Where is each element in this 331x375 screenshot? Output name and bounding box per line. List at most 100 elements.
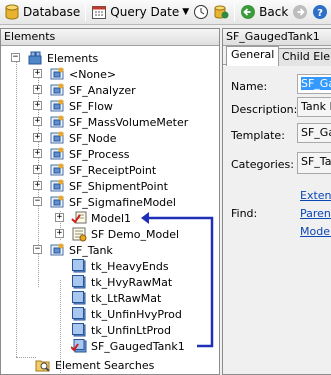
element-template-icon [49,98,65,114]
toolbar: Database Query Date ▼ Back ? [0,0,331,25]
tree-node-none[interactable]: + <None> [33,66,117,82]
clock-icon [193,4,209,20]
tree-node-label: SF_Tank [69,243,113,257]
forward-arrow-icon [292,4,308,20]
expand-toggle[interactable]: + [33,181,42,190]
tank-element-icon [71,306,87,322]
element-template-icon [49,114,65,130]
tree-node-tk-heavyends[interactable]: tk_HeavyEnds [71,258,169,274]
element-template-icon [49,82,65,98]
tree-node-sf-analyzer[interactable]: + SF_Analyzer [33,82,136,98]
svg-text:?: ? [317,8,323,19]
toolbar-separator [85,3,87,21]
help-icon: ? [312,4,328,20]
tree-node-label: SF_Analyzer [69,83,136,97]
expand-toggle[interactable]: + [55,229,64,238]
element-template-icon [49,194,65,210]
tree-node-element-searches[interactable]: Element Searches [35,357,154,373]
expand-toggle[interactable]: + [55,213,64,222]
expand-toggle[interactable]: + [33,85,42,94]
element-tree[interactable]: − Elements + <None> + SF_Analyzer + SF_F… [1,46,219,374]
refresh-db-button[interactable] [211,2,231,23]
tree-node-sf-flow[interactable]: + SF_Flow [33,98,113,114]
details-tabs: General Child Elem [223,46,331,66]
name-field[interactable]: SF_Ga [297,74,331,94]
chevron-down-icon: ▼ [182,7,190,17]
tree-node-model1[interactable]: + Model1 [55,210,131,226]
elements-panel-header: Elements [1,29,219,46]
query-date-button[interactable]: Query Date ▼ [89,2,191,23]
collapse-toggle[interactable]: − [33,197,42,206]
tree-node-tk-ltrawmat[interactable]: tk_LtRawMat [71,290,161,306]
elements-panel: Elements − Elements + <None> + SF_Analyz… [0,28,220,375]
element-template-icon [49,146,65,162]
categories-label: Categories: [231,158,294,171]
tree-node-sf-node[interactable]: + SF_Node [33,130,117,146]
tree-node-tk-hvyrawmat[interactable]: tk_HvyRawMat [71,274,172,290]
find-label: Find: [231,207,258,220]
element-template-icon [49,242,65,258]
tree-node-elements-root[interactable]: − Elements [11,50,98,66]
description-field[interactable]: Tank I [297,97,331,117]
clock-button[interactable] [191,2,211,23]
model-icon [71,226,87,242]
tree-node-tk-unfinhvyprod[interactable]: tk_UnfinHvyProd [71,306,182,322]
tree-node-label: SF_Flow [69,99,113,113]
general-properties: Name: SF_Ga Description: Tank I Template… [223,66,331,374]
forward-button[interactable] [290,2,310,23]
tab-child-elements[interactable]: Child Elem [277,48,331,66]
find-model-link[interactable]: Model [300,225,331,238]
tree-node-sf-massvolumemeter[interactable]: + SF_MassVolumeMeter [33,114,188,130]
tank-element-icon [71,258,87,274]
tree-node-sf-shipmentpoint[interactable]: + SF_ShipmentPoint [33,178,168,194]
name-field-value: SF_Ga [301,77,331,90]
database-refresh-icon [213,4,229,20]
element-template-icon [49,130,65,146]
tree-node-label: tk_HvyRawMat [91,275,173,289]
back-button[interactable]: Back [238,2,290,23]
tree-node-label: tk_LtRawMat [91,291,162,305]
element-template-icon [49,162,65,178]
collapse-toggle[interactable]: − [11,53,20,62]
expand-toggle[interactable]: + [33,149,42,158]
name-label: Name: [231,80,268,93]
details-panel: SF_GaugedTank1 General Child Elem Name: … [222,28,331,375]
tree-node-tk-unfinltprod[interactable]: tk_UnfinLtProd [71,322,171,338]
find-extended-link[interactable]: Exten [300,189,331,202]
categories-field[interactable]: SF_Ta [297,152,331,174]
find-parent-link[interactable]: Paren [300,207,331,220]
help-button[interactable]: ? [310,2,330,23]
expand-toggle[interactable]: + [33,117,42,126]
tree-node-sf-tank[interactable]: − SF_Tank [33,242,113,258]
template-label: Template: [231,129,285,142]
expand-toggle[interactable]: + [33,101,42,110]
tree-node-label: SF_SigmafineModel [69,195,176,209]
collapse-toggle[interactable]: − [33,245,42,254]
checked-out-tank-icon [70,338,87,354]
tree-node-label: SF_ReceiptPoint [69,163,157,177]
database-button[interactable]: Database [2,2,82,23]
tree-node-label: tk_HeavyEnds [91,259,169,273]
tree-node-sf-demo-model[interactable]: + SF Demo_Model [55,226,179,242]
expand-toggle[interactable]: + [33,165,42,174]
expand-toggle[interactable]: + [33,69,42,78]
tree-node-sf-gaugedtank1[interactable]: SF_GaugedTank1 [70,338,185,354]
element-template-icon [49,178,65,194]
back-arrow-icon [240,4,256,20]
tank-element-icon [71,290,87,306]
tree-node-label: Element Searches [55,358,155,372]
tab-general[interactable]: General [226,46,280,66]
tree-node-sf-receiptpoint[interactable]: + SF_ReceiptPoint [33,162,157,178]
expand-toggle[interactable]: + [33,133,42,142]
tree-node-label: SF_GaugedTank1 [91,339,185,353]
tree-node-label: tk_UnfinLtProd [91,323,171,337]
search-folder-icon [35,357,51,373]
tree-node-label: <None> [69,67,117,81]
template-field[interactable]: SF_Ga [297,123,331,143]
tree-node-sf-process[interactable]: + SF_Process [33,146,130,162]
tree-node-label: SF_ShipmentPoint [69,179,168,193]
tree-node-label: SF_Node [69,131,117,145]
element-template-icon [49,66,65,82]
tree-node-sf-sigmafinemodel[interactable]: − SF_SigmafineModel [33,194,176,210]
description-label: Description: [231,103,298,116]
